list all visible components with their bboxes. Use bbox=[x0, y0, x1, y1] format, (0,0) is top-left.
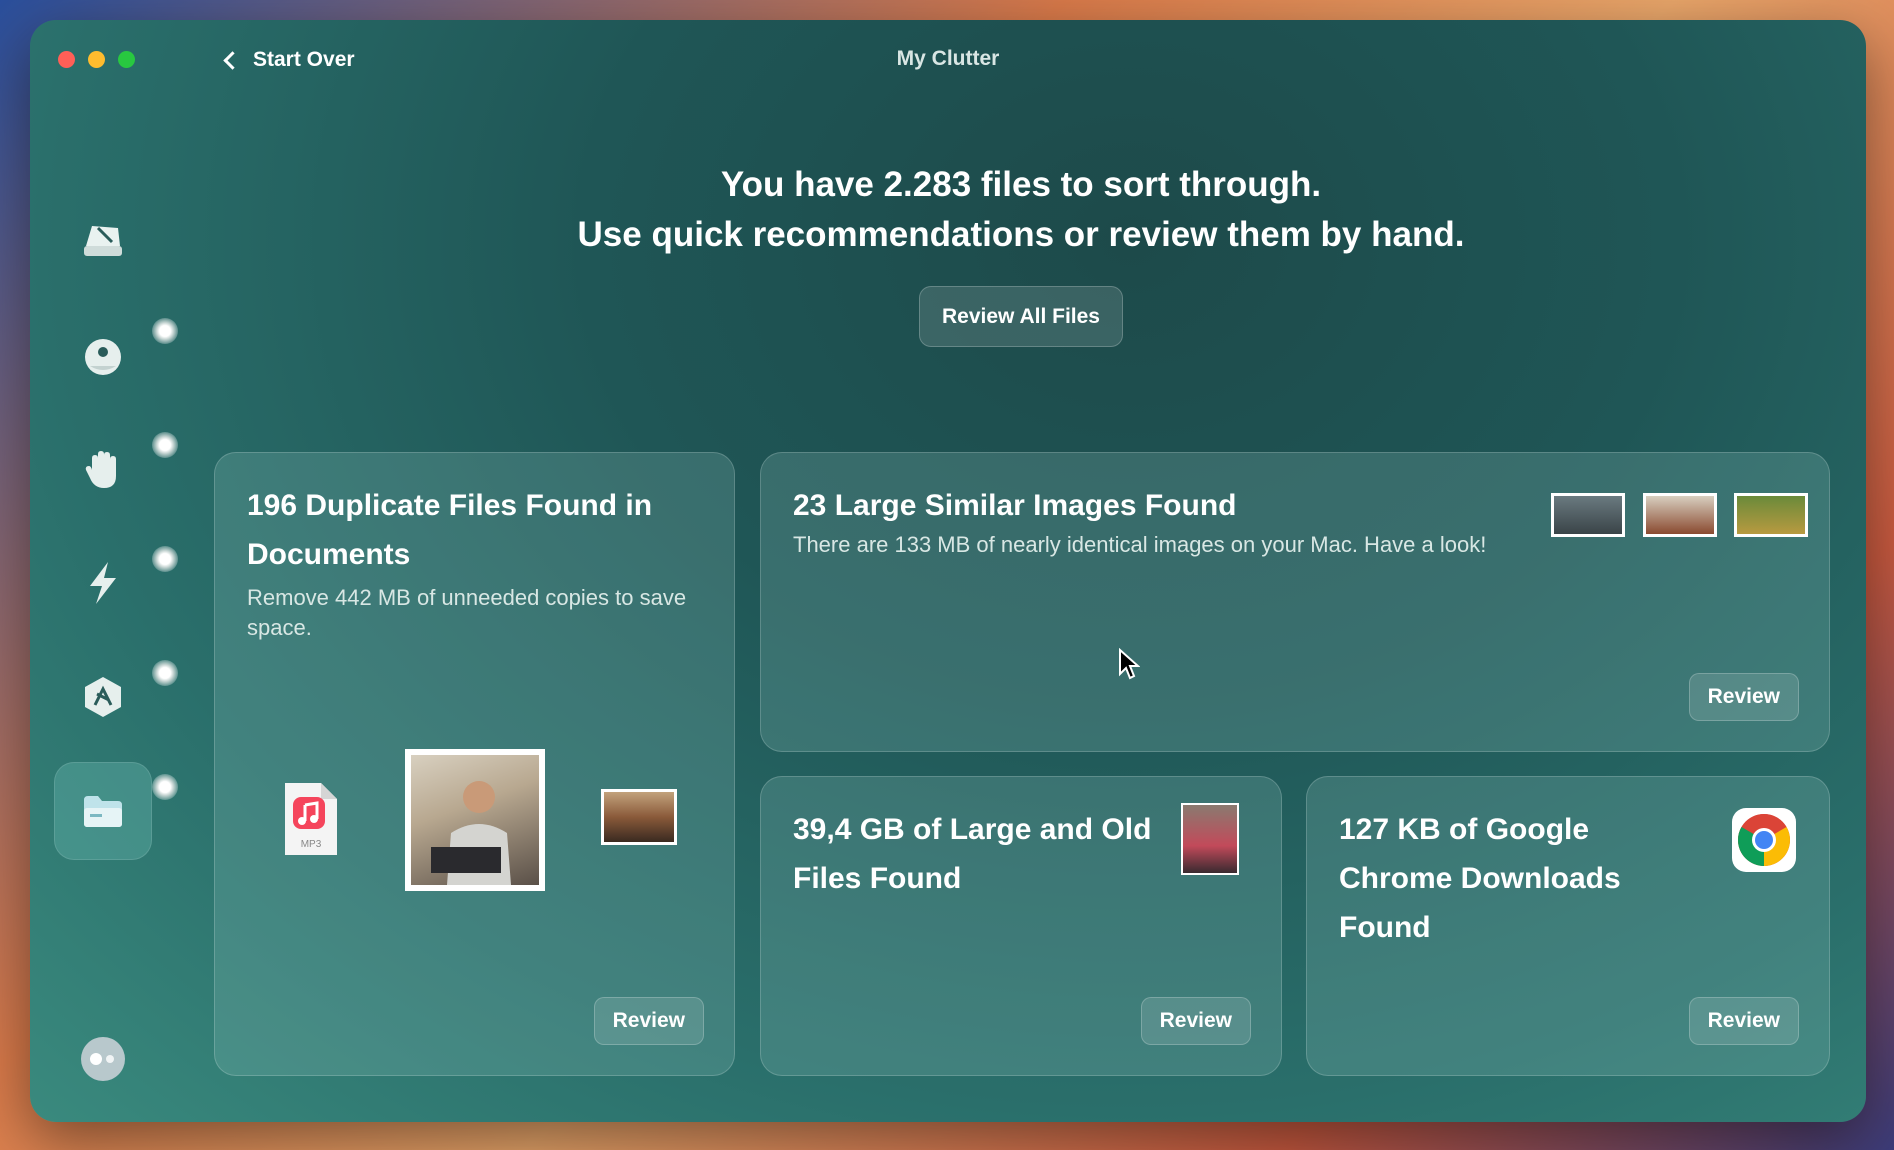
summary-headline: You have 2.283 files to sort through. Us… bbox=[176, 160, 1866, 260]
app-window: Start Over My Clutter You have 2.283 fil… bbox=[30, 20, 1866, 1122]
folder-icon bbox=[84, 796, 122, 827]
chrome-icon bbox=[1732, 808, 1796, 872]
similar-images-review-button[interactable]: Review bbox=[1688, 673, 1799, 721]
status-dot bbox=[152, 318, 178, 344]
headline-line-2: Use quick recommendations or review them… bbox=[577, 215, 1465, 254]
sidebar-item-cleanup[interactable] bbox=[54, 192, 152, 290]
status-dot bbox=[152, 660, 178, 686]
duplicates-review-button[interactable]: Review bbox=[593, 997, 704, 1045]
duplicates-description: Remove 442 MB of unneeded copies to save… bbox=[247, 585, 687, 640]
status-dot bbox=[152, 432, 178, 458]
sidebar-item-speed[interactable] bbox=[54, 534, 152, 632]
window-title: My Clutter bbox=[896, 47, 1000, 70]
mp3-badge-label: MP3 bbox=[301, 839, 322, 850]
protection-icon bbox=[85, 339, 121, 375]
large-old-title: 39,4 GB of Large and Old Files Found bbox=[793, 813, 1152, 895]
hand-icon bbox=[85, 451, 116, 488]
large-old-files-card[interactable]: 39,4 GB of Large and Old Files Found Rev… bbox=[760, 776, 1282, 1076]
similar-image-thumbnail-3 bbox=[1734, 493, 1808, 537]
applications-icon bbox=[85, 677, 121, 717]
sidebar-item-applications[interactable] bbox=[54, 648, 152, 746]
room-photo-thumbnail bbox=[601, 789, 677, 845]
status-dot bbox=[152, 546, 178, 572]
chrome-downloads-review-button[interactable]: Review bbox=[1688, 997, 1799, 1045]
similar-image-thumbnail-1 bbox=[1551, 493, 1625, 537]
duplicates-title: 196 Duplicate Files Found in Documents bbox=[247, 489, 653, 571]
sidebar-item-assistant[interactable] bbox=[54, 1010, 152, 1108]
similar-images-card[interactable]: 23 Large Similar Images Found There are … bbox=[760, 452, 1830, 752]
mp3-file-icon: MP3 bbox=[285, 783, 337, 855]
speed-icon bbox=[90, 562, 116, 604]
sidebar-item-my-clutter[interactable] bbox=[54, 762, 152, 860]
review-all-files-button[interactable]: Review All Files bbox=[919, 286, 1123, 347]
chrome-downloads-card[interactable]: 127 KB of Google Chrome Downloads Found … bbox=[1306, 776, 1830, 1076]
disk-icon bbox=[84, 226, 122, 256]
similar-image-thumbnail-2 bbox=[1643, 493, 1717, 537]
mouse-cursor-icon bbox=[1119, 648, 1140, 680]
status-dot bbox=[152, 774, 178, 800]
sidebar-item-protection[interactable] bbox=[54, 306, 152, 404]
person-photo-thumbnail bbox=[405, 749, 545, 891]
duplicates-card[interactable]: 196 Duplicate Files Found in Documents R… bbox=[214, 452, 735, 1076]
headline-line-1: You have 2.283 files to sort through. bbox=[720, 165, 1322, 204]
large-file-thumbnail bbox=[1181, 803, 1239, 875]
assistant-icon bbox=[81, 1037, 125, 1081]
similar-images-description: There are 133 MB of nearly identical ima… bbox=[793, 532, 1487, 557]
large-old-review-button[interactable]: Review bbox=[1140, 997, 1251, 1045]
chrome-downloads-title: 127 KB of Google Chrome Downloads Found bbox=[1339, 813, 1621, 944]
sidebar-item-privacy[interactable] bbox=[54, 420, 152, 518]
